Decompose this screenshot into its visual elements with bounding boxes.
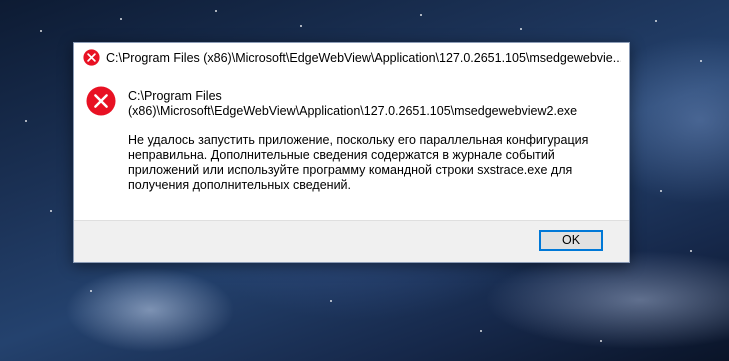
star [300, 25, 302, 27]
executable-path-line2: (x86)\Microsoft\EdgeWebView\Application\… [128, 104, 578, 118]
error-dialog: C:\Program Files (x86)\Microsoft\EdgeWeb… [73, 42, 630, 263]
star [90, 290, 92, 292]
error-icon [83, 49, 100, 66]
star [25, 120, 27, 122]
executable-path-line1: C:\Program Files [128, 89, 222, 103]
star [520, 28, 522, 30]
star [660, 190, 662, 192]
dialog-footer: OK [74, 220, 629, 262]
star [655, 20, 657, 22]
star [40, 30, 42, 32]
error-icon [86, 86, 116, 116]
ok-button[interactable]: OK [539, 230, 603, 251]
dialog-titlebar: C:\Program Files (x86)\Microsoft\EdgeWeb… [74, 43, 629, 73]
star [700, 60, 702, 62]
star [480, 330, 482, 332]
star [215, 10, 217, 12]
executable-path: C:\Program Files (x86)\Microsoft\EdgeWeb… [128, 89, 608, 119]
star [330, 300, 332, 302]
star [120, 18, 122, 20]
error-message: Не удалось запустить приложение, посколь… [128, 133, 589, 192]
star [690, 250, 692, 252]
star [50, 210, 52, 212]
dialog-title: C:\Program Files (x86)\Microsoft\EdgeWeb… [106, 51, 621, 65]
star [420, 14, 422, 16]
star [600, 340, 602, 342]
